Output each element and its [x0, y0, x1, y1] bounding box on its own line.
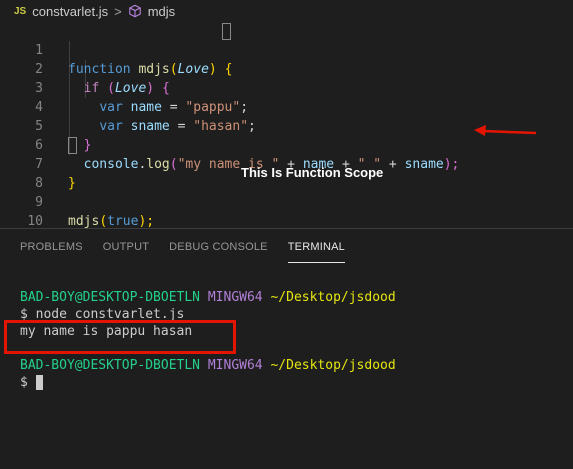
tab-problems[interactable]: PROBLEMS	[20, 236, 83, 263]
tab-debug-console[interactable]: DEBUG CONSOLE	[169, 236, 268, 263]
panel-tabs: PROBLEMS OUTPUT DEBUG CONSOLE TERMINAL	[0, 236, 346, 264]
annotation-label: This Is Function Scope	[241, 165, 384, 180]
code-line-10: 10	[27, 214, 43, 229]
terminal-cursor	[35, 375, 43, 390]
breadcrumb-file[interactable]: constvarlet.js	[32, 4, 108, 19]
terminal-prompt-line: BAD-BOY@DESKTOP-DBOETLN MINGW64 ~/Deskto…	[20, 290, 396, 305]
breadcrumb-separator: >	[114, 3, 122, 19]
code-line-2: 2 if (Love) {	[35, 62, 170, 96]
tab-output[interactable]: OUTPUT	[103, 236, 149, 263]
terminal-prompt-line: BAD-BOY@DESKTOP-DBOETLN MINGW64 ~/Deskto…	[20, 358, 396, 373]
symbol-method-icon	[128, 4, 141, 18]
code-line-3: 3 var name = "pappu";	[35, 81, 249, 115]
red-highlight-box	[4, 320, 236, 354]
code-line-5: 5 }	[35, 119, 92, 153]
breadcrumb-symbol[interactable]: mdjs	[148, 4, 175, 19]
code-line-4: 4 var sname = "hasan";	[35, 100, 256, 134]
code-editor[interactable]: 1 function mdjs(Love) { 2 if (Love) { 3 …	[0, 22, 573, 229]
js-file-icon: JS	[14, 5, 27, 17]
tab-terminal[interactable]: TERMINAL	[287, 236, 346, 263]
red-arrow-annotation	[474, 125, 537, 136]
panel-divider	[0, 228, 573, 229]
terminal-input-line[interactable]: $	[20, 374, 43, 391]
breadcrumb: JS constvarlet.js > mdjs	[0, 0, 573, 22]
code-line-1: 1 function mdjs(Love) {	[35, 43, 233, 77]
